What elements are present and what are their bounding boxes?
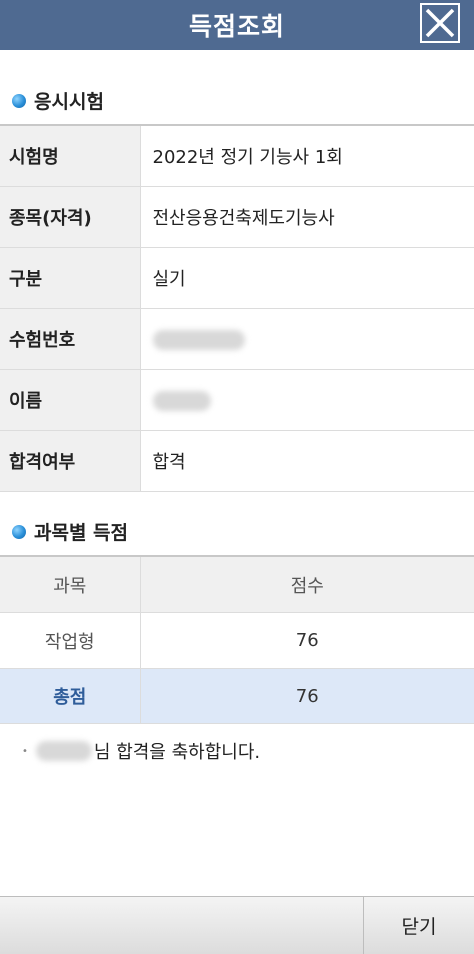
redacted-exam-number [152,329,245,350]
redacted-name [152,390,211,411]
section-exam-label: 응시시험 [34,91,104,113]
close-bottom-button[interactable]: 닫기 [363,897,474,954]
info-label: 종목(자격) [0,186,141,248]
info-value: 합격 [140,430,474,492]
info-row-name: 이름 [0,369,474,431]
info-row-pass-status: 합격여부 합격 [0,430,474,492]
bullet-icon [12,524,26,539]
info-label: 수험번호 [0,308,141,370]
total-row: 총점 76 [0,668,474,724]
table-row: 작업형 76 [0,612,474,669]
redacted-name [35,741,92,761]
close-button[interactable] [420,3,460,43]
column-header-subject: 과목 [0,556,141,613]
title-bar: 득점조회 [0,0,474,50]
info-row-exam-number: 수험번호 [0,308,474,370]
info-row-category: 구분 실기 [0,247,474,309]
info-value: 전산응용건축제도기능사 [140,186,474,248]
info-row-item: 종목(자격) 전산응용건축제도기능사 [0,186,474,248]
info-label: 합격여부 [0,430,141,492]
subject-cell: 작업형 [0,612,141,669]
score-table-header: 과목 점수 [0,556,474,613]
info-value-redacted [140,308,474,370]
bullet-dot-icon: • [22,745,28,757]
info-value: 2022년 정기 기능사 1회 [140,125,474,187]
total-label: 총점 [0,668,141,724]
score-table: 과목 점수 작업형 76 총점 76 [0,555,474,724]
total-score: 76 [140,668,474,724]
info-label: 이름 [0,369,141,431]
congrats-text: 님 합격을 축하합니다. [93,742,261,763]
close-icon [425,8,455,38]
bullet-icon [12,93,26,108]
exam-info-table: 시험명 2022년 정기 기능사 1회 종목(자격) 전산응용건축제도기능사 구… [0,124,474,492]
section-score-title: 과목별 득점 [12,518,128,545]
congrats-message: • 님 합격을 축하합니다. [22,738,260,764]
footer-bar: 닫기 [0,896,474,954]
section-score-label: 과목별 득점 [34,522,129,544]
info-row-exam-name: 시험명 2022년 정기 기능사 1회 [0,125,474,187]
info-value: 실기 [140,247,474,309]
info-label: 시험명 [0,125,141,187]
page-title: 득점조회 [188,12,285,41]
info-value-redacted [140,369,474,431]
section-exam-title: 응시시험 [12,87,104,114]
column-header-score: 점수 [140,556,474,613]
info-label: 구분 [0,247,141,309]
score-cell: 76 [140,612,474,669]
